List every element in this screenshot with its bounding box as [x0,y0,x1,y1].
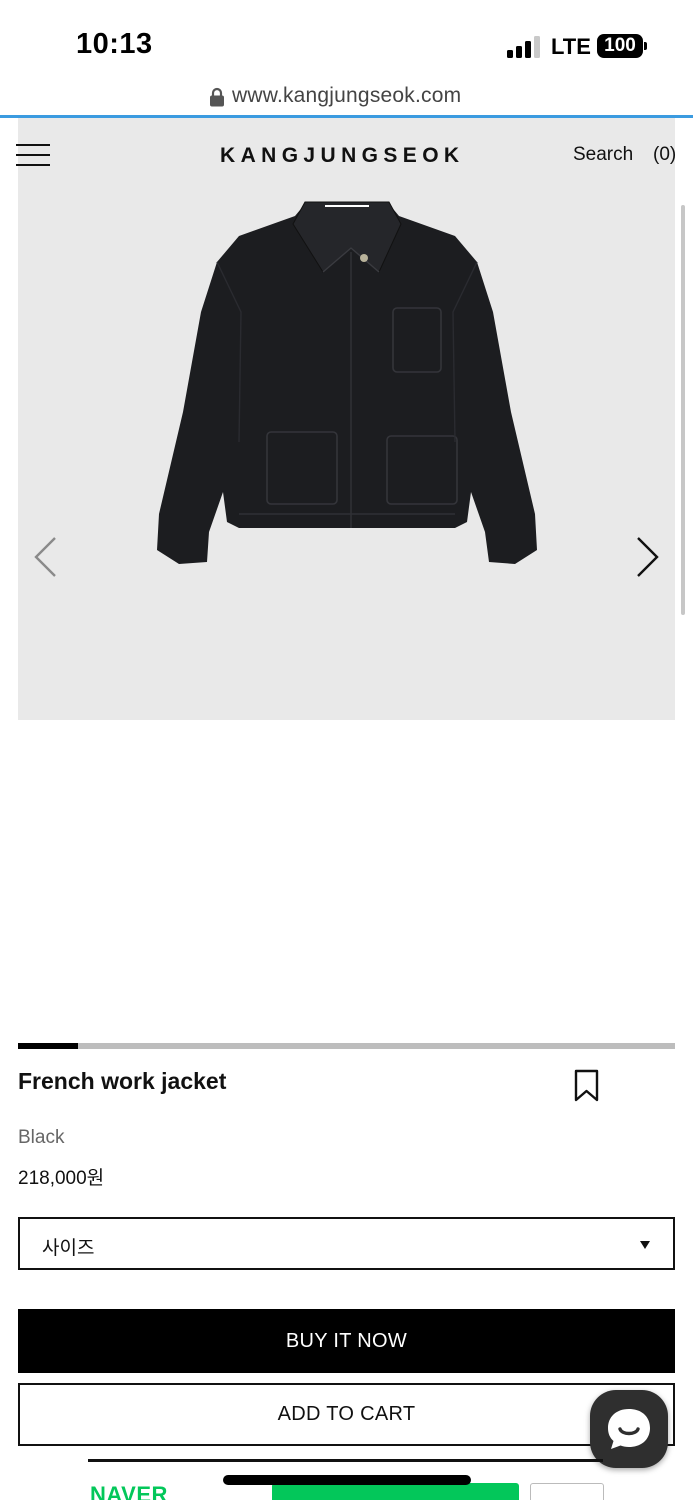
hamburger-menu-icon[interactable] [16,144,50,168]
signal-bar [516,46,522,58]
chevron-left-icon[interactable] [33,536,59,578]
add-to-cart-button[interactable]: ADD TO CART [18,1383,675,1446]
status-bar: 10:13 LTE 100 [0,0,693,80]
product-name: French work jacket [18,1068,227,1094]
home-indicator [223,1475,471,1485]
cellular-signal-icon [507,36,543,58]
url-text[interactable]: www.kangjungseok.com [232,84,461,108]
naver-logo: NAVER [90,1482,168,1500]
gallery-progress-fill [18,1043,78,1049]
page-scrollbar[interactable] [681,205,685,615]
caret-down-icon [640,1241,650,1249]
naver-pay-button[interactable] [272,1483,519,1500]
carrier-label: LTE [551,34,591,59]
signal-bar [507,50,513,58]
chat-bubble-icon [608,1409,650,1449]
chevron-right-icon[interactable] [634,536,660,578]
cart-count-link[interactable]: (0) [653,144,676,166]
brand-logo[interactable]: KANGJUNGSEOK [220,144,465,168]
product-image [157,201,537,564]
signal-bar [525,41,531,58]
product-image-gallery[interactable] [18,118,675,720]
gallery-progress-track [18,1043,675,1049]
search-link[interactable]: Search [573,144,633,166]
status-time: 10:13 [76,28,153,60]
naver-wishlist-button[interactable] [530,1483,604,1500]
buy-it-now-button[interactable]: BUY IT NOW [18,1309,675,1373]
naver-pay-divider [88,1459,603,1462]
signal-bar [534,36,540,58]
bookmark-icon[interactable] [573,1069,600,1103]
product-color: Black [18,1127,65,1148]
size-select-label: 사이즈 [42,1238,95,1259]
battery-cap [644,42,647,50]
battery-icon: 100 [597,34,643,58]
size-select[interactable]: 사이즈 [18,1217,675,1270]
lock-icon [210,87,224,107]
product-price: 218,000원 [18,1168,105,1189]
chat-button[interactable] [590,1390,668,1468]
